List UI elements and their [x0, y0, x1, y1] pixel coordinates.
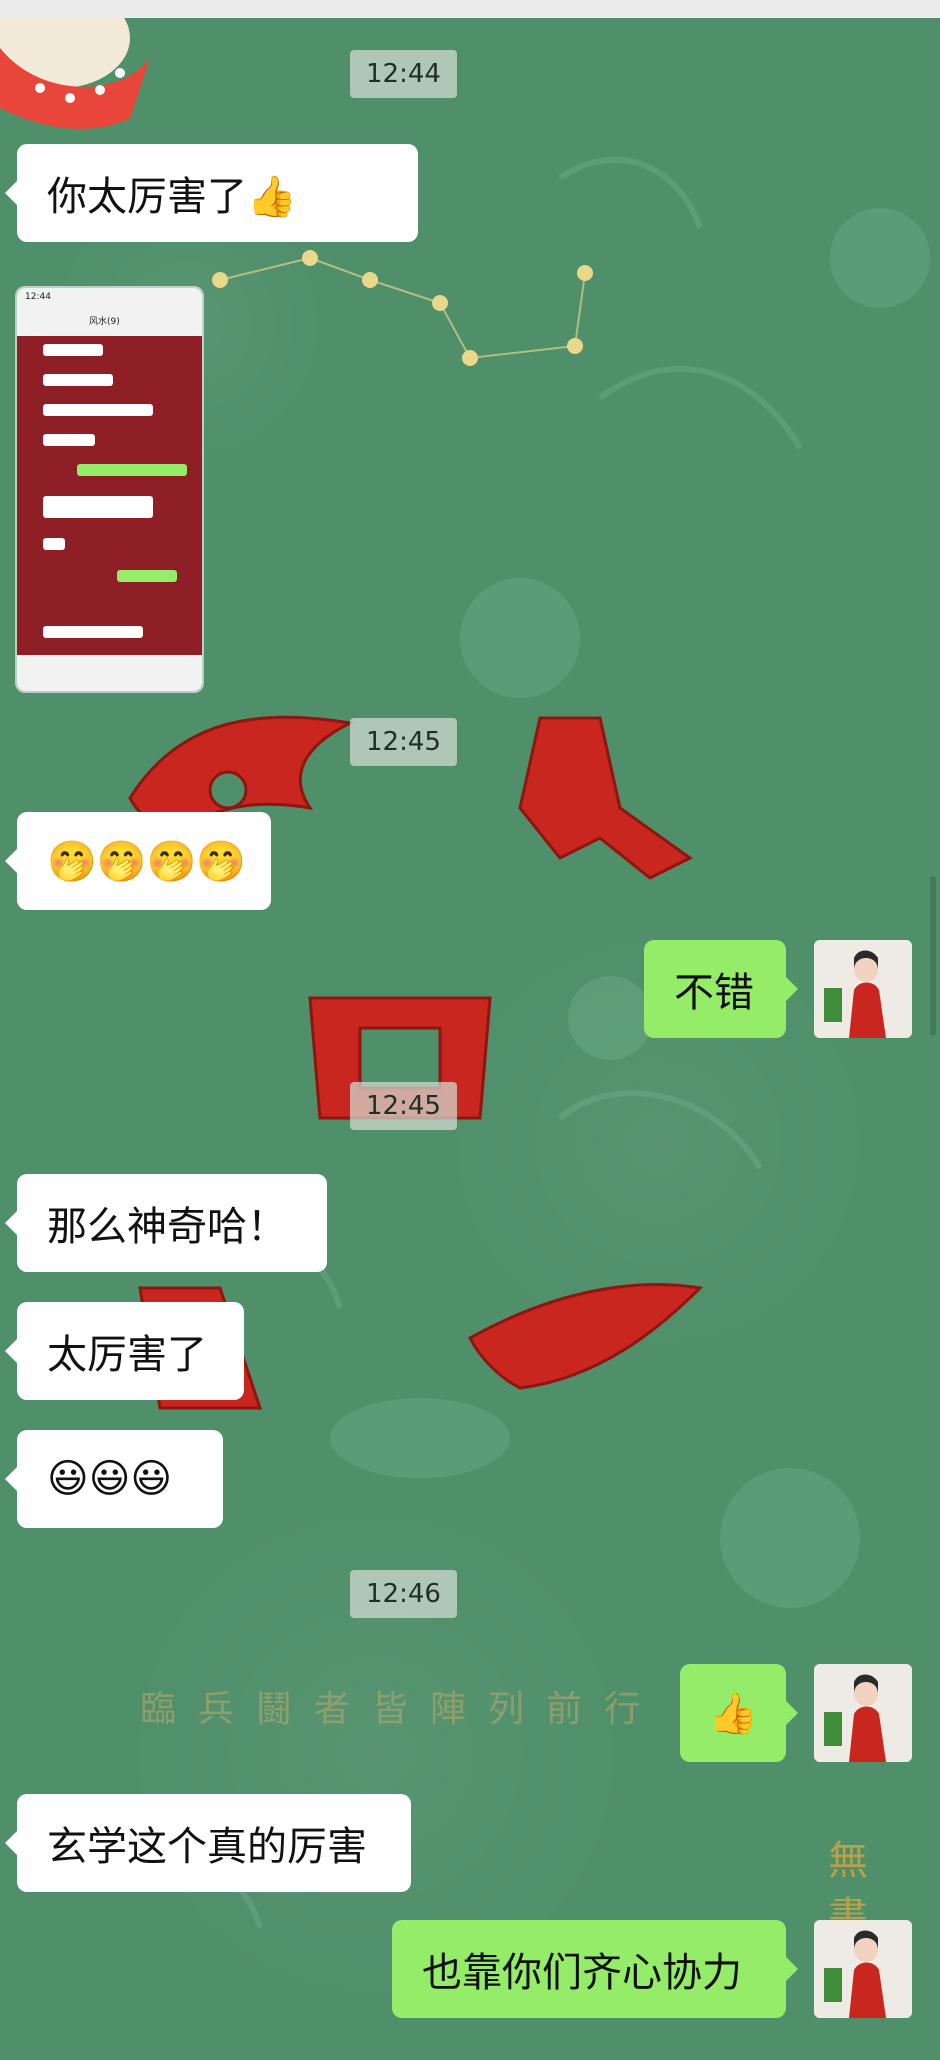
message-text: 那么神奇哈！ [47, 1204, 287, 1250]
screenshot-header: 12:44 风水(9) [17, 288, 202, 336]
scrollbar[interactable] [930, 876, 936, 1036]
screenshot-line [43, 374, 113, 386]
screenshot-line [43, 434, 95, 446]
message-emoji: 🤭🤭🤭🤭 [47, 838, 247, 885]
screenshot-line [77, 464, 187, 476]
avatar[interactable] [814, 1920, 912, 2018]
timestamp: 12:45 [350, 1082, 457, 1130]
message-sent[interactable]: 不错 [644, 940, 798, 1038]
message-sent[interactable]: 也靠你们齐心协力 [392, 1920, 798, 2018]
wallpaper-inscription: 臨兵鬪者皆陣列前行 [140, 1689, 663, 1730]
message-text: 玄学这个真的厉害 [47, 1824, 367, 1870]
avatar[interactable] [814, 940, 912, 1038]
timestamp: 12:46 [350, 1570, 457, 1618]
message-sent[interactable]: 👍 [680, 1664, 798, 1762]
message-received[interactable]: 😃😃😃 [5, 1430, 223, 1528]
message-received[interactable]: 玄学这个真的厉害 [5, 1794, 411, 1892]
message-received[interactable]: 那么神奇哈！ [5, 1174, 327, 1272]
screenshot-line [43, 344, 103, 356]
chat-area[interactable]: 臨兵鬪者皆陣列前行 無書 12:44 你太厉害了👍 12:44 风水(9) 12… [0, 18, 940, 2060]
message-text: 太厉害了 [47, 1332, 207, 1378]
timestamp: 12:44 [350, 50, 457, 98]
timestamp: 12:45 [350, 718, 457, 766]
status-bar [0, 0, 940, 18]
screenshot-line [117, 570, 177, 582]
message-text: 也靠你们齐心协力 [422, 1950, 742, 1996]
message-text: 不错 [674, 970, 754, 1016]
message-received[interactable]: 你太厉害了👍 [5, 144, 418, 242]
screenshot-line [43, 404, 153, 416]
avatar-image [814, 940, 912, 1038]
avatar-image [814, 1664, 912, 1762]
message-text: 你太厉害了👍 [47, 174, 297, 220]
screenshot-line [43, 538, 65, 550]
screenshot-line [43, 626, 143, 638]
avatar[interactable] [814, 1664, 912, 1762]
screenshot-title: 风水(9) [89, 317, 120, 327]
mascot-sticker [0, 18, 150, 129]
screenshot-input-bar [17, 655, 202, 691]
screenshot-line [43, 496, 153, 518]
message-received[interactable]: 太厉害了 [5, 1302, 244, 1400]
image-message-screenshot[interactable]: 12:44 风水(9) [17, 288, 202, 691]
screenshot-time: 12:44 [25, 292, 51, 302]
message-received[interactable]: 🤭🤭🤭🤭 [5, 812, 271, 910]
avatar-image [814, 1920, 912, 2018]
message-emoji: 😃😃😃 [47, 1456, 173, 1502]
message-emoji: 👍 [708, 1690, 758, 1737]
